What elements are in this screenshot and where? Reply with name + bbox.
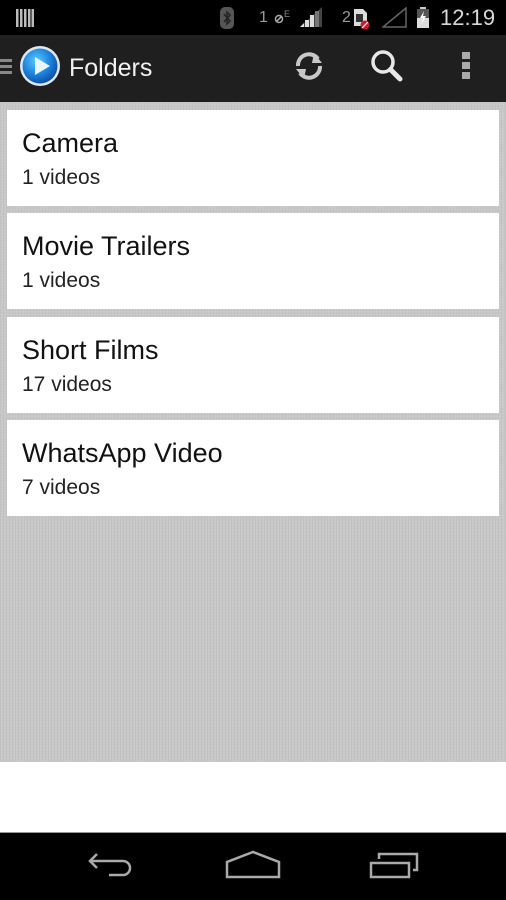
- folder-video-count: 7 videos: [22, 476, 101, 499]
- refresh-button[interactable]: [279, 35, 339, 102]
- folder-name: Movie Trailers: [22, 231, 191, 261]
- home-icon: [225, 850, 281, 885]
- signal-empty-icon: [382, 0, 408, 35]
- clock: 12:19: [440, 4, 496, 30]
- svg-text:E: E: [284, 9, 290, 19]
- folder-name: Short Films: [22, 335, 159, 365]
- folder-video-count: 1 videos: [22, 166, 101, 189]
- folder-item[interactable]: WhatsApp Video 7 videos: [7, 420, 499, 516]
- sim-blocked-icon: [353, 0, 371, 35]
- bottom-blank-area: [0, 762, 506, 833]
- folder-list: Camera 1 videos Movie Trailers 1 videos …: [0, 102, 506, 762]
- drawer-indicator-icon: [0, 55, 14, 82]
- navigation-bar: [0, 833, 506, 900]
- page-title: Folders: [69, 54, 153, 82]
- sim2-label: 2: [342, 8, 351, 26]
- folder-video-count: 17 videos: [22, 373, 112, 396]
- folder-name: WhatsApp Video: [22, 438, 223, 468]
- folder-video-count: 1 videos: [22, 269, 101, 292]
- overflow-menu-button[interactable]: [436, 35, 496, 102]
- back-button[interactable]: [72, 843, 152, 891]
- folder-item[interactable]: Short Films 17 videos: [7, 317, 499, 413]
- battery-charging-icon: [416, 0, 430, 35]
- folder-item[interactable]: Movie Trailers 1 videos: [7, 213, 499, 309]
- search-button[interactable]: [357, 35, 417, 102]
- signal-icon: [300, 0, 324, 35]
- notification-icon: [16, 0, 34, 35]
- home-button[interactable]: [213, 843, 293, 891]
- refresh-icon: [292, 49, 326, 88]
- bluetooth-icon: [220, 0, 234, 35]
- folder-item[interactable]: Camera 1 videos: [7, 110, 499, 206]
- action-bar: Folders: [0, 35, 506, 102]
- home-up-button[interactable]: Folders: [0, 35, 152, 102]
- recents-button[interactable]: [355, 843, 435, 891]
- status-bar: 1 E 2 12:19: [0, 0, 506, 35]
- search-icon: [369, 48, 405, 89]
- data-blocked-icon: E: [274, 0, 292, 35]
- recents-icon: [369, 850, 421, 885]
- sim1-label: 1: [259, 8, 268, 26]
- folder-name: Camera: [22, 128, 119, 158]
- app-logo-icon: [19, 45, 61, 92]
- back-icon: [87, 850, 137, 885]
- overflow-menu-icon: [461, 51, 471, 86]
